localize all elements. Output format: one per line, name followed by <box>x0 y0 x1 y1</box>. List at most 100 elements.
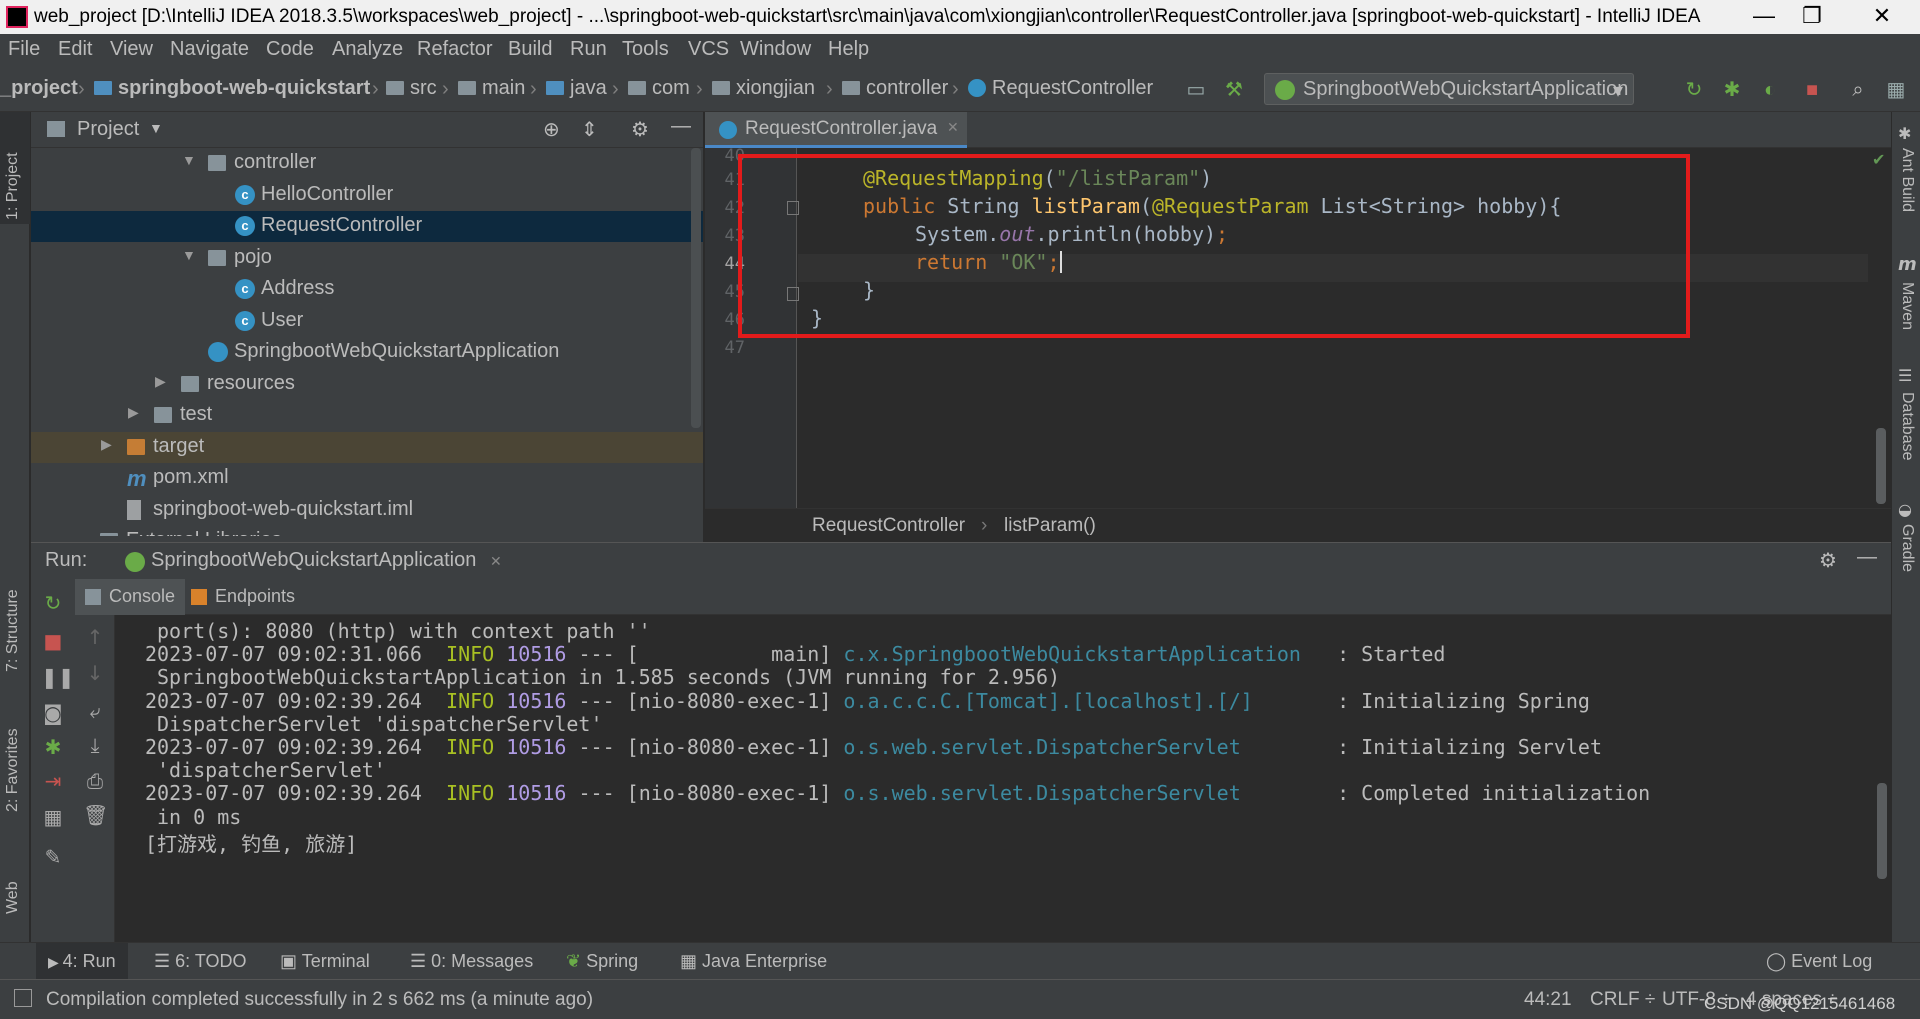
menu-analyze[interactable]: Analyze <box>332 38 403 61</box>
search-icon[interactable]: ⌕ <box>1846 78 1870 102</box>
menu-help[interactable]: Help <box>828 38 869 61</box>
hide-icon[interactable]: — <box>1857 546 1877 569</box>
close-tab-icon[interactable]: ✕ <box>947 119 959 136</box>
tool-run-button[interactable]: ▶ 4: Run <box>36 943 128 979</box>
crumb-main[interactable]: main <box>458 77 525 100</box>
pause-icon[interactable]: ❚❚ <box>41 665 75 689</box>
stop-icon[interactable]: ■ <box>1800 78 1824 102</box>
tree-item[interactable]: c Address <box>31 274 703 305</box>
tree-item[interactable]: ▼ pojo <box>31 243 703 274</box>
build-hammer-icon[interactable]: ⚒ <box>1222 78 1246 102</box>
tab-endpoints[interactable]: Endpoints <box>181 579 305 615</box>
tool-ant-build-label[interactable]: Ant Build <box>1898 148 1916 212</box>
tree-item[interactable]: ▼ controller <box>31 148 703 179</box>
console-scrollbar[interactable] <box>1877 783 1887 879</box>
crumb-project[interactable]: _project <box>0 77 78 100</box>
menu-view[interactable]: View <box>110 38 153 61</box>
crumb-java[interactable]: java <box>546 77 607 100</box>
chevron-down-icon[interactable]: ▼ <box>182 247 196 263</box>
collapse-all-icon[interactable]: ⇕ <box>581 117 598 142</box>
menu-build[interactable]: Build <box>508 38 552 61</box>
tree-item[interactable]: External Libraries <box>31 526 703 536</box>
breadcrumb-method[interactable]: listParam() <box>1004 515 1096 537</box>
crumb-controller[interactable]: controller <box>842 77 948 100</box>
tool-todo-button[interactable]: ☰ 6: TODO <box>154 951 247 972</box>
editor-scrollbar[interactable] <box>1876 428 1886 504</box>
gear-icon[interactable]: ⚙ <box>631 117 649 142</box>
tool-favorites-label[interactable]: 2: Favorites <box>4 728 22 812</box>
caret-position[interactable]: 44:21 <box>1524 989 1572 1011</box>
chevron-right-icon[interactable]: ▶ <box>128 404 139 421</box>
hide-icon[interactable]: — <box>671 115 691 138</box>
soft-wrap-icon[interactable]: ⤶ <box>83 699 107 723</box>
crumb-module[interactable]: springboot-web-quickstart <box>94 77 370 100</box>
tool-messages-button[interactable]: ☰ 0: Messages <box>410 951 533 972</box>
status-message[interactable]: Compilation completed successfully in 2 … <box>46 989 593 1011</box>
locate-icon[interactable]: ⊕ <box>543 117 560 142</box>
arrow-up-icon[interactable]: ↑ <box>83 625 107 649</box>
crumb-xiongjian[interactable]: xiongjian <box>712 77 815 100</box>
coverage-icon[interactable]: ◐ <box>1758 78 1782 102</box>
crumb-request-controller[interactable]: RequestController <box>968 77 1153 100</box>
gear-icon[interactable]: ⚙ <box>1819 548 1837 573</box>
tool-database-label[interactable]: Database <box>1898 392 1916 461</box>
layout-icon[interactable]: ▦ <box>41 805 65 829</box>
tree-item[interactable]: m pom.xml <box>31 463 703 494</box>
tool-project-label[interactable]: 1: Project <box>4 152 22 220</box>
menu-edit[interactable]: Edit <box>58 38 92 61</box>
print-icon[interactable]: ⎙ <box>83 769 107 793</box>
tree-item[interactable]: c User <box>31 306 703 337</box>
stop-icon[interactable]: ■ <box>41 629 65 653</box>
chevron-right-icon[interactable]: ▶ <box>155 373 166 390</box>
event-log-button[interactable]: ◯ Event Log <box>1766 951 1872 972</box>
tool-maven-label[interactable]: Maven <box>1898 282 1916 330</box>
rerun-icon[interactable]: ↻ <box>41 591 65 615</box>
menu-window[interactable]: Window <box>740 38 811 61</box>
menu-file[interactable]: File <box>8 38 40 61</box>
menu-refactor[interactable]: Refactor <box>417 38 493 61</box>
arrow-down-icon[interactable]: ↓ <box>83 661 107 685</box>
breadcrumb-class[interactable]: RequestController <box>812 515 965 537</box>
tree-item[interactable]: ▶ test <box>31 400 703 431</box>
tab-request-controller[interactable]: RequestController.java ✕ <box>705 112 967 148</box>
trash-icon[interactable]: 🗑 <box>83 803 108 827</box>
tree-item[interactable]: ▶ resources <box>31 369 703 400</box>
scroll-to-end-icon[interactable]: ⤓ <box>83 733 107 757</box>
maximize-button[interactable]: ❐ <box>1792 2 1832 32</box>
project-scrollbar[interactable] <box>691 148 701 428</box>
crumb-com[interactable]: com <box>628 77 690 100</box>
close-button[interactable]: ✕ <box>1862 2 1902 32</box>
debug-icon[interactable]: ✱ <box>1720 78 1744 102</box>
chevron-right-icon[interactable]: ▶ <box>101 436 112 453</box>
pin-icon[interactable]: ✎ <box>41 845 65 869</box>
project-structure-icon[interactable]: ▦ <box>1884 78 1908 102</box>
rerun-icon[interactable]: ↻ <box>1682 78 1706 102</box>
tool-gradle-label[interactable]: Gradle <box>1898 524 1916 572</box>
tree-item[interactable]: springboot-web-quickstart.iml <box>31 495 703 526</box>
tool-spring-button[interactable]: ❦ Spring <box>566 951 638 972</box>
status-window-icon[interactable] <box>14 989 32 1007</box>
chevron-down-icon[interactable]: ▼ <box>182 152 196 168</box>
menu-navigate[interactable]: Navigate <box>170 38 249 61</box>
run-window-icon[interactable]: ▭ <box>1184 78 1208 102</box>
console-output[interactable]: port(s): 8080 (http) with context path '… <box>121 615 1871 943</box>
minimize-button[interactable]: — <box>1744 2 1784 32</box>
tool-terminal-button[interactable]: ▣ Terminal <box>280 951 370 972</box>
camera-icon[interactable]: ◙ <box>41 701 65 725</box>
menu-run[interactable]: Run <box>570 38 607 61</box>
chevron-down-icon[interactable]: ▼ <box>149 120 163 136</box>
tool-web-label[interactable]: Web <box>4 881 22 914</box>
menu-code[interactable]: Code <box>266 38 314 61</box>
tab-console[interactable]: Console <box>75 579 186 615</box>
crumb-src[interactable]: src <box>386 77 437 100</box>
run-app-tab[interactable]: SpringbootWebQuickstartApplication ✕ <box>113 543 514 579</box>
menu-tools[interactable]: Tools <box>622 38 669 61</box>
line-separator[interactable]: CRLF ÷ <box>1590 989 1655 1011</box>
tree-item[interactable]: c RequestController <box>31 211 703 242</box>
exit-icon[interactable]: ⇥ <box>41 769 65 793</box>
tree-item[interactable]: c HelloController <box>31 180 703 211</box>
project-view-select[interactable]: Project <box>77 118 139 141</box>
run-configuration-select[interactable]: SpringbootWebQuickstartApplication ▾ <box>1264 73 1634 105</box>
close-tab-icon[interactable]: ✕ <box>490 553 502 569</box>
tree-item[interactable]: ▶ target <box>31 431 703 463</box>
